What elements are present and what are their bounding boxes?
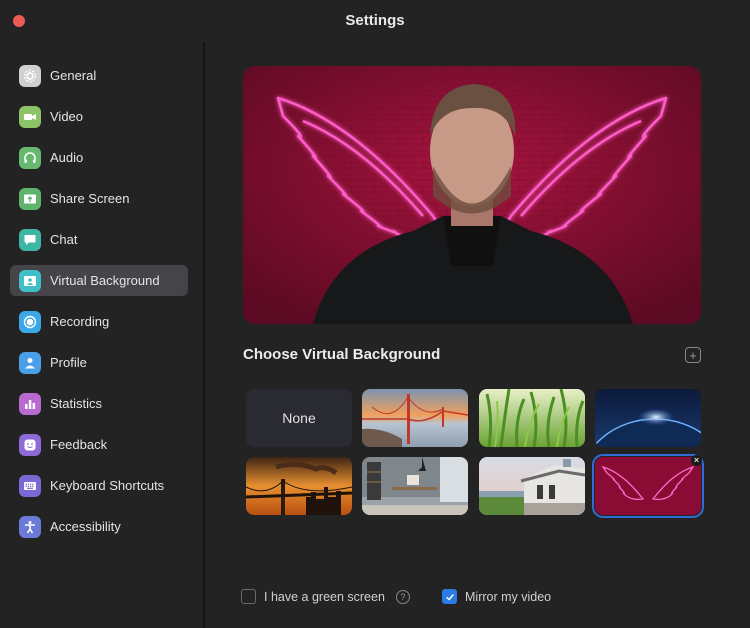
sidebar-item-keyboard-shortcuts[interactable]: Keyboard Shortcuts xyxy=(10,470,188,501)
bar-chart-icon xyxy=(19,392,41,415)
sidebar-item-label: Feedback xyxy=(50,437,108,452)
gear-icon xyxy=(19,64,41,87)
person-icon xyxy=(19,351,41,374)
video-preview xyxy=(243,66,701,324)
background-option-neon-wings[interactable] xyxy=(592,454,704,518)
background-option-office[interactable] xyxy=(362,457,468,515)
background-option-none[interactable]: None xyxy=(246,389,352,447)
video-camera-icon xyxy=(19,105,41,128)
grass-thumbnail xyxy=(479,389,585,447)
green-screen-checkbox[interactable] xyxy=(241,589,256,604)
smiley-icon xyxy=(19,433,41,456)
sidebar-item-label: Profile xyxy=(50,355,87,370)
sidebar-divider xyxy=(203,42,205,628)
sidebar-item-statistics[interactable]: Statistics xyxy=(10,388,188,419)
section-title: Choose Virtual Background xyxy=(243,346,441,363)
background-option-bridge[interactable] xyxy=(362,389,468,447)
sidebar-item-audio[interactable]: Audio xyxy=(10,142,188,173)
sidebar-item-general[interactable]: General xyxy=(10,60,188,91)
window-title: Settings xyxy=(345,12,405,29)
share-screen-icon xyxy=(19,187,41,210)
sidebar-item-label: Statistics xyxy=(50,396,103,411)
office-thumbnail xyxy=(362,457,468,515)
virtual-background-icon xyxy=(19,269,41,292)
sidebar-item-label: Recording xyxy=(50,314,110,329)
record-icon xyxy=(19,310,41,333)
headphones-icon xyxy=(19,146,41,169)
sidebar-item-virtual-background[interactable]: Virtual Background xyxy=(10,265,188,296)
sidebar-item-recording[interactable]: Recording xyxy=(10,306,188,337)
sidebar-item-label: Chat xyxy=(50,232,78,247)
sidebar-item-label: Keyboard Shortcuts xyxy=(50,478,165,493)
sidebar-item-profile[interactable]: Profile xyxy=(10,347,188,378)
space-thumbnail xyxy=(595,389,701,447)
bridge-thumbnail xyxy=(362,389,468,447)
mirror-video-label: Mirror my video xyxy=(465,589,552,604)
title-bar: Settings xyxy=(0,0,750,42)
close-icon: × xyxy=(693,455,700,465)
none-label: None xyxy=(282,410,316,426)
sidebar-item-video[interactable]: Video xyxy=(10,101,188,132)
plus-icon: + xyxy=(689,347,697,363)
sunset-bridge-thumbnail xyxy=(246,457,352,515)
sidebar-item-label: Share Screen xyxy=(50,191,130,206)
green-screen-label: I have a green screen xyxy=(264,589,385,604)
sidebar-item-chat[interactable]: Chat xyxy=(10,224,188,255)
help-icon[interactable]: ? xyxy=(395,589,410,604)
accessibility-icon xyxy=(19,515,41,538)
mirror-video-checkbox[interactable] xyxy=(442,589,457,604)
beach-house-thumbnail xyxy=(479,457,585,515)
background-option-space[interactable] xyxy=(595,389,701,447)
sidebar-item-label: Video xyxy=(50,109,84,124)
sidebar-item-feedback[interactable]: Feedback xyxy=(10,429,188,460)
sidebar-item-share-screen[interactable]: Share Screen xyxy=(10,183,188,214)
keyboard-icon xyxy=(19,474,41,497)
background-option-beach-house[interactable] xyxy=(479,457,585,515)
neon-wings-thumbnail xyxy=(595,457,701,515)
chat-bubble-icon xyxy=(19,228,41,251)
green-screen-option[interactable]: I have a green screen ? xyxy=(241,589,410,604)
sidebar-item-label: General xyxy=(50,68,97,83)
preview-image xyxy=(243,66,701,324)
add-background-button[interactable]: + xyxy=(685,347,701,363)
background-option-grass[interactable] xyxy=(479,389,585,447)
checkmark-icon xyxy=(445,593,454,601)
sidebar-item-label: Audio xyxy=(50,150,84,165)
sidebar-item-label: Virtual Background xyxy=(50,273,160,288)
mirror-video-option[interactable]: Mirror my video xyxy=(442,589,551,604)
remove-background-button[interactable]: × xyxy=(691,455,702,466)
settings-sidebar: General Video Audio Share Screen Chat Virtual… xyxy=(0,42,204,628)
sidebar-item-accessibility[interactable]: Accessibility xyxy=(10,511,188,542)
sidebar-item-label: Accessibility xyxy=(50,519,121,534)
background-option-sunset-bridge[interactable] xyxy=(246,457,352,515)
